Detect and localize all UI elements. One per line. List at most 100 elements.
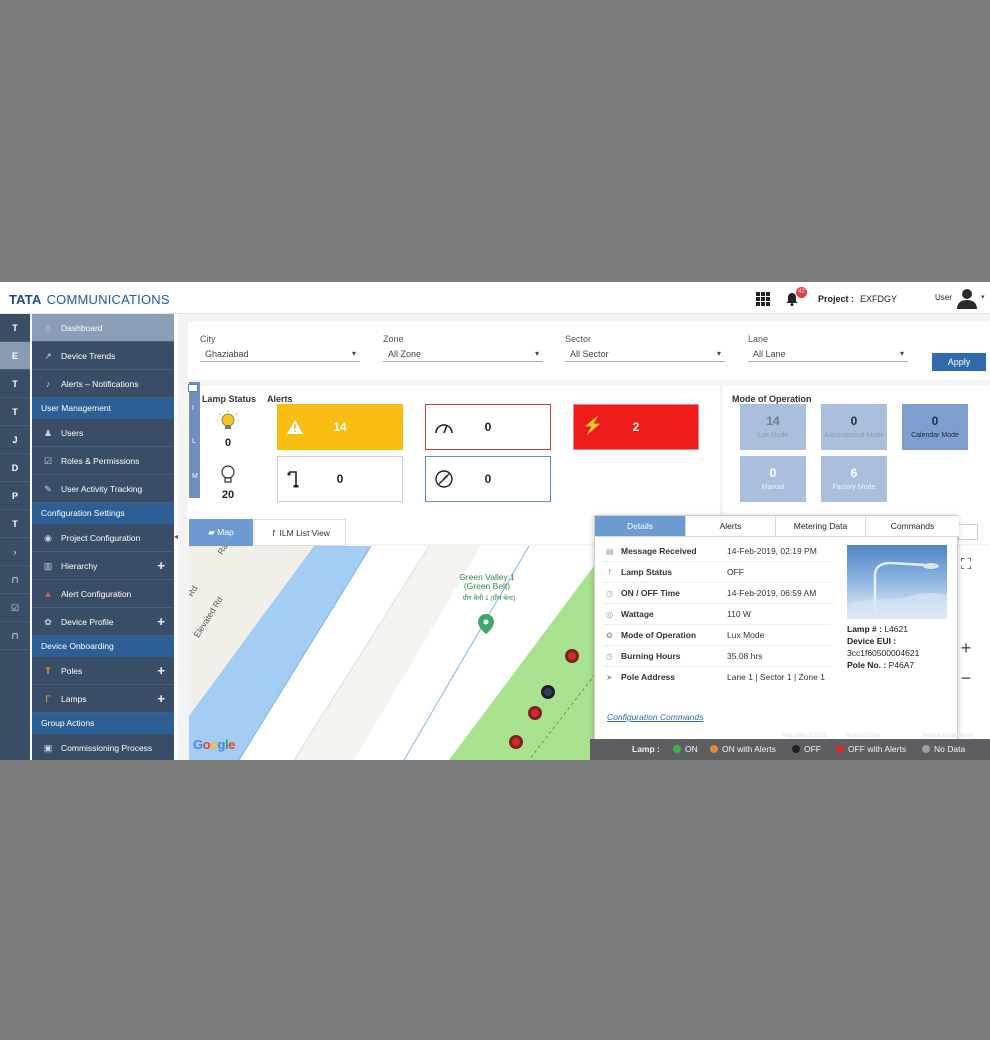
apps-grid-icon[interactable] [756, 292, 770, 306]
lamp-off-tile[interactable]: 20 [213, 464, 243, 501]
lock-icon[interactable]: ⊓ [0, 566, 30, 594]
clock-icon: ◷ [606, 589, 613, 598]
popup-tab-metering[interactable]: Metering Data [776, 516, 866, 537]
map-data-text: Map data ©2019 [782, 733, 827, 739]
configuration-commands-link[interactable]: Configuration Commands [607, 712, 703, 722]
detail-row: ✿ Mode of Operation Lux Mode [603, 625, 831, 646]
lane-select[interactable]: All Lane ▾ [748, 346, 908, 362]
alerts-title: Alerts [267, 394, 293, 404]
map-pin-off-alert[interactable] [528, 706, 542, 720]
sector-filter[interactable]: Sector All Sector ▾ [565, 334, 725, 362]
popup-tab-commands[interactable]: Commands [866, 516, 959, 537]
rail-item[interactable]: P [0, 482, 30, 510]
check-icon[interactable]: ☑ [0, 594, 30, 622]
expand-plus-icon[interactable]: + [157, 552, 165, 580]
pole-number: Pole No. : P46A7 [847, 660, 915, 670]
chevron-down-icon: ▾ [899, 349, 904, 358]
detail-row: ◷ Burning Hours 35.08 hrs [603, 646, 831, 667]
user-label[interactable]: User [935, 293, 952, 302]
sidebar-item-device-trends[interactable]: ↗ Device Trends [32, 342, 174, 370]
mode-factory-card[interactable]: 6 Factory Mode [821, 456, 887, 502]
rail-item[interactable]: D [0, 454, 30, 482]
lamp-on-tile[interactable]: 0 [213, 410, 243, 449]
chevron-right-icon[interactable]: › [0, 538, 30, 566]
rail-item[interactable]: J [0, 426, 30, 454]
streetlight-image [847, 561, 947, 619]
sidebar-item-poles[interactable]: T Poles + [32, 657, 174, 685]
expand-plus-icon[interactable]: + [157, 657, 165, 685]
sidebar-item-dashboard[interactable]: ⌂ Dashboard [32, 314, 174, 342]
landmark-label[interactable]: Green Valley 1 (Green Belt) [451, 573, 523, 591]
app-window: TATA COMMUNICATIONS 42 Project : EXFDGY Us… [0, 282, 990, 760]
sidebar-item-roles[interactable]: ☑ Roles & Permissions [32, 447, 174, 475]
mode-manual-card[interactable]: 0 Manual [740, 456, 806, 502]
collapse-toggle[interactable] [188, 384, 198, 392]
rail-item[interactable]: T [0, 370, 30, 398]
map-pin-off-alert[interactable] [565, 649, 579, 663]
sidebar-section-configuration: Configuration Settings [32, 503, 174, 524]
map-pin-off[interactable] [541, 685, 555, 699]
rail-item[interactable]: T [0, 510, 30, 538]
sidebar-item-hierarchy[interactable]: ▥ Hierarchy + [32, 552, 174, 580]
sidebar-item-lamps[interactable]: Γ Lamps + [32, 685, 174, 713]
alert-pole-card[interactable]: 0 [277, 456, 403, 502]
rail-item[interactable]: E [0, 342, 30, 370]
process-icon: ▣ [43, 743, 53, 753]
map-pin-off-alert[interactable] [509, 735, 523, 749]
alert-power-card[interactable]: ⚡ 2 [573, 404, 699, 450]
lamp-details-popup: Details Alerts Metering Data Commands ▤ M… [594, 515, 959, 740]
zone-select[interactable]: All Zone ▾ [383, 346, 543, 362]
legend-off: OFF [792, 739, 821, 760]
lane-filter[interactable]: Lane All Lane ▾ [748, 334, 908, 362]
sidebar-item-users[interactable]: ♟ Users [32, 419, 174, 447]
bulb-on-icon [217, 410, 239, 429]
user-icon: ♟ [43, 428, 53, 438]
user-avatar-icon[interactable] [956, 287, 978, 309]
sidebar-item-commissioning[interactable]: ▣ Commissioning Process [32, 734, 174, 760]
sidebar-item-activity[interactable]: ✎ User Activity Tracking [32, 475, 174, 503]
popup-tab-details[interactable]: Details [595, 516, 686, 537]
terms-link[interactable]: Terms of Use [845, 732, 880, 740]
city-filter[interactable]: City Ghaziabad ▾ [200, 334, 360, 362]
map-search-box[interactable] [958, 524, 978, 540]
zone-filter[interactable]: Zone All Zone ▾ [383, 334, 543, 362]
chevron-down-icon[interactable]: ▾ [981, 293, 985, 301]
rail-item[interactable]: T [0, 398, 30, 426]
tab-ilm-list[interactable]: ↾ ILM List View [254, 519, 346, 546]
detail-row: ➤ Pole Address Lane 1 | Sector 1 | Zone 1 [603, 667, 831, 697]
strip-letter: I [192, 405, 194, 412]
alert-icon: ▲ [43, 589, 53, 599]
sidebar-item-device-profile[interactable]: ✿ Device Profile + [32, 608, 174, 636]
collapsed-rail: T E T T J D P T › ⊓ ☑ ⊓ [0, 314, 30, 760]
apply-button[interactable]: Apply [932, 353, 986, 371]
rail-item[interactable]: T [0, 314, 30, 342]
brand-logo[interactable]: TATA COMMUNICATIONS [9, 292, 170, 307]
mode-lux-card[interactable]: 14 Lux Mode [740, 404, 806, 450]
edit-icon: ✎ [44, 484, 52, 494]
expand-plus-icon[interactable]: + [157, 685, 165, 713]
mode-astronomical-card[interactable]: 0 Astronomical Mode [821, 404, 887, 450]
top-header: TATA COMMUNICATIONS 42 Project : EXFDGY Us… [0, 282, 990, 314]
city-select[interactable]: Ghaziabad ▾ [200, 346, 360, 362]
alert-warning-card[interactable]: 14 [277, 404, 403, 450]
legend-no-data: No Data [922, 739, 965, 760]
detail-row: ◎ Wattage 110 W [603, 604, 831, 625]
sector-select[interactable]: All Sector ▾ [565, 346, 725, 362]
lock-icon[interactable]: ⊓ [0, 622, 30, 650]
sidebar-item-alert-configuration[interactable]: ▲ Alert Configuration [32, 580, 174, 608]
popup-tab-alerts[interactable]: Alerts [686, 516, 776, 537]
sidebar-item-alerts[interactable]: ♪ Alerts – Notifications [32, 370, 174, 398]
report-error-link[interactable]: Report a map error [922, 732, 973, 740]
pole-icon: T [45, 666, 51, 676]
checkbox-icon: ☑ [43, 456, 53, 466]
clock-icon: ◷ [606, 652, 613, 661]
expand-plus-icon[interactable]: + [157, 608, 165, 636]
mode-calendar-card[interactable]: 0 Calendar Mode [902, 404, 968, 450]
alert-meter-fault-card[interactable]: 0 [425, 456, 551, 502]
sidebar-item-project-configuration[interactable]: ◉ Project Configuration [32, 524, 174, 552]
lamp-on-count: 0 [224, 437, 232, 449]
project-indicator: Project : EXFDGY [818, 294, 898, 304]
alert-meter-card[interactable]: 0 [425, 404, 551, 450]
tab-map[interactable]: ▰ Map [189, 519, 253, 546]
lamp-status-title: Lamp Status [202, 394, 257, 404]
